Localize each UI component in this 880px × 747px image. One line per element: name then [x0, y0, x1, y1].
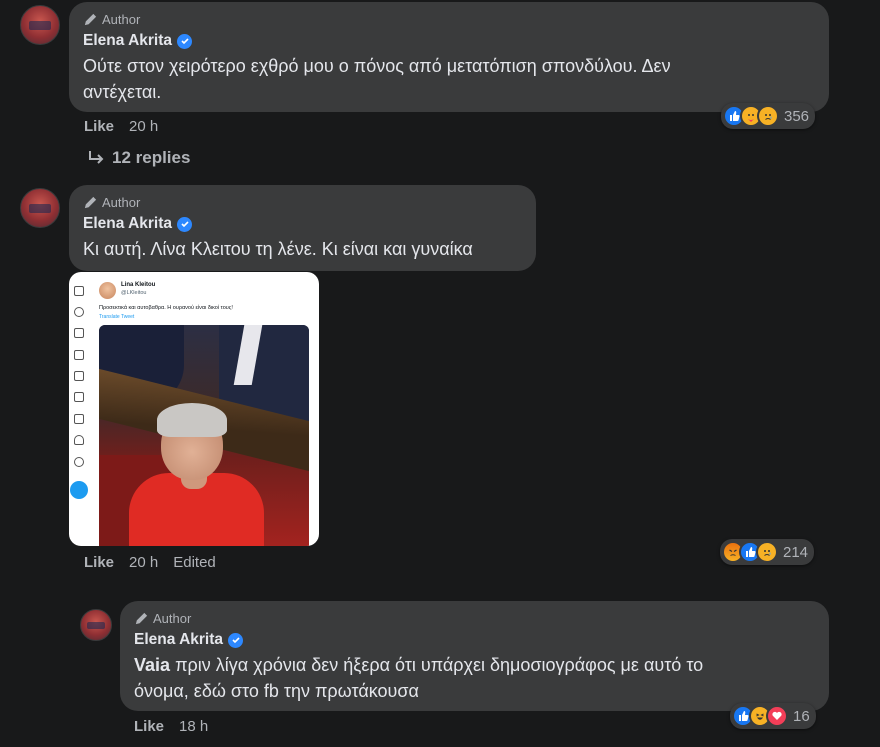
- like-button[interactable]: Like: [84, 554, 114, 571]
- comment-actions: Like 20 h Edited: [84, 554, 216, 571]
- reaction-count: 16: [793, 707, 810, 725]
- pencil-icon: [84, 196, 97, 208]
- author-badge: Author: [83, 193, 522, 211]
- author-label: Author: [102, 11, 141, 27]
- verified-badge-icon: [177, 216, 193, 232]
- comment-text-line: Ούτε στον χειρότερο εχθρό μου ο πόνος απ…: [83, 56, 671, 76]
- home-icon: [74, 286, 84, 296]
- comment-actions: Like 20 h: [84, 118, 158, 135]
- comment-bubble: Author Elena Akrita Vaia πριν λίγα χρόνι…: [120, 601, 829, 711]
- comment-bubble: Author Elena Akrita Κι αυτή. Λίνα Κλειτο…: [69, 185, 536, 271]
- author-badge: Author: [134, 609, 815, 627]
- like-button[interactable]: Like: [84, 118, 114, 135]
- love-reaction-icon: [766, 705, 788, 727]
- comment-text: Ούτε στον χειρότερο εχθρό μου ο πόνος απ…: [83, 53, 815, 105]
- tweet-button-icon: [70, 481, 88, 499]
- reaction-count: 214: [783, 543, 809, 561]
- comment-text: Vaia πριν λίγα χρόνια δεν ήξερα ότι υπάρ…: [134, 652, 815, 704]
- reply-arrow-icon: [89, 151, 104, 164]
- commenter-name[interactable]: Elena Akrita: [83, 215, 172, 233]
- tweet-handle: @LKleitou: [121, 290, 147, 296]
- reactions-summary[interactable]: 356: [721, 103, 816, 129]
- twitter-sidebar: [69, 272, 91, 546]
- sad-reaction-icon: [757, 105, 779, 127]
- bookmarks-icon: [74, 392, 84, 402]
- commenter-name[interactable]: Elena Akrita: [83, 32, 172, 50]
- comment-text-line: πριν λίγα χρόνια δεν ήξερα ότι υπάρχει δ…: [175, 655, 704, 675]
- pencil-icon: [84, 13, 97, 25]
- view-replies-link[interactable]: 12 replies: [86, 148, 190, 168]
- reactions-summary[interactable]: 214: [720, 539, 815, 565]
- author-label: Author: [102, 194, 141, 210]
- timestamp[interactable]: 20 h: [129, 118, 158, 135]
- verified-badge-icon: [177, 33, 193, 49]
- comment-text-line: όνομα, εδώ στο fb την πρωτάκουσα: [134, 681, 419, 701]
- more-icon: [74, 457, 84, 467]
- comment-bubble: Author Elena Akrita Ούτε στον χειρότερο …: [69, 2, 829, 112]
- mention-link[interactable]: Vaia: [134, 655, 170, 675]
- comment-text-line: αντέχεται.: [83, 82, 162, 102]
- messages-icon: [74, 350, 84, 360]
- replies-count[interactable]: 12 replies: [112, 148, 190, 168]
- lists-icon: [74, 371, 84, 381]
- like-button[interactable]: Like: [134, 718, 164, 735]
- avatar[interactable]: [80, 609, 112, 641]
- notifications-icon: [74, 328, 84, 338]
- profile-icon: [74, 435, 84, 445]
- search-icon: [74, 307, 84, 317]
- tweet-photo: [99, 325, 309, 546]
- photo-person: [157, 403, 227, 437]
- avatar[interactable]: [20, 188, 60, 228]
- tweet-author-name: Lina Kleitou: [121, 282, 156, 288]
- comment-actions: Like 18 h: [134, 718, 208, 735]
- comment-image[interactable]: Lina Kleitou @LKleitou Προσεκτικά και αυ…: [69, 272, 319, 546]
- author-label: Author: [153, 610, 192, 626]
- tweet-avatar: [99, 282, 116, 299]
- verified-icon: [74, 414, 84, 424]
- verified-badge-icon: [228, 632, 244, 648]
- commenter-name[interactable]: Elena Akrita: [134, 631, 223, 649]
- edited-label[interactable]: Edited: [173, 554, 216, 571]
- timestamp[interactable]: 20 h: [129, 554, 158, 571]
- timestamp[interactable]: 18 h: [179, 718, 208, 735]
- reaction-count: 356: [784, 107, 810, 125]
- sad-reaction-icon: [756, 541, 778, 563]
- comment-text: Κι αυτή. Λίνα Κλειτου τη λένε. Κι είναι …: [83, 239, 473, 259]
- tweet-text: Προσεκτικά και αυτοβαθρα. Η ουρανού είνα…: [99, 305, 233, 311]
- author-badge: Author: [83, 10, 815, 28]
- translate-tweet-link: Translate Tweet: [99, 314, 135, 320]
- reactions-summary[interactable]: 16: [730, 703, 816, 729]
- avatar[interactable]: [20, 5, 60, 45]
- pencil-icon: [135, 612, 148, 624]
